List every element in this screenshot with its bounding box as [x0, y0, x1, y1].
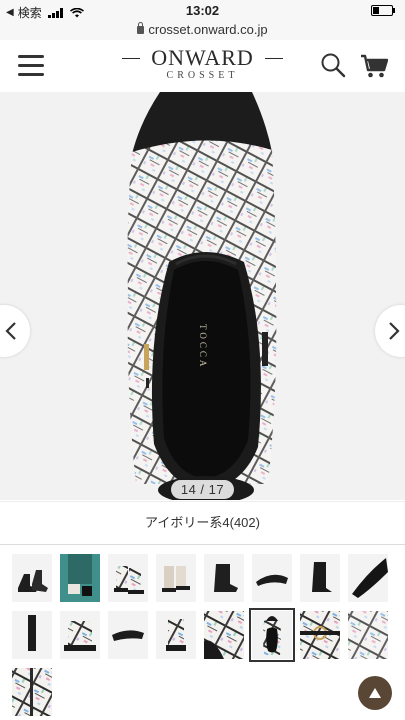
thumbnail-7[interactable] — [300, 554, 340, 602]
thumbnail-15[interactable] — [300, 611, 340, 659]
product-image-gallery[interactable]: TOCCA — [0, 92, 405, 500]
thumbnail-17[interactable] — [12, 668, 52, 716]
thumbnail-1[interactable] — [12, 554, 52, 602]
lining-brand-text: TOCCA — [198, 324, 208, 369]
status-bar: ◀ 検索 13:02 — [0, 0, 405, 22]
logo-sub-text: CROSSET — [166, 70, 239, 81]
hamburger-menu-icon[interactable] — [18, 54, 44, 76]
color-variant-label: アイボリー系4(402) — [0, 501, 405, 545]
thumbnail-6[interactable] — [252, 554, 292, 602]
image-counter-text: 14 / 17 — [170, 480, 235, 499]
thumbnail-11[interactable] — [108, 611, 148, 659]
image-counter: 14 / 17 — [0, 480, 405, 500]
product-image: TOCCA — [0, 92, 405, 500]
cart-icon[interactable] — [360, 53, 388, 79]
thumbnail-5[interactable] — [204, 554, 244, 602]
thumbnail-10[interactable] — [60, 611, 100, 659]
thumbnail-3[interactable] — [108, 554, 148, 602]
thumbnail-9[interactable] — [12, 611, 52, 659]
thumbnail-16[interactable] — [348, 611, 388, 659]
scroll-to-top-button[interactable] — [358, 676, 392, 710]
lock-icon — [137, 22, 145, 34]
thumbnail-14-selected[interactable] — [249, 608, 295, 662]
logo-main-text: ONWARD — [122, 46, 283, 70]
thumbnail-2[interactable] — [60, 554, 100, 602]
chevron-left-icon — [5, 322, 16, 340]
chevron-right-icon — [389, 322, 400, 340]
search-icon[interactable] — [320, 52, 346, 78]
triangle-up-icon — [369, 688, 381, 698]
battery-level — [373, 7, 379, 14]
clock: 13:02 — [185, 3, 220, 18]
thumbnail-8[interactable] — [348, 554, 388, 602]
thumbnail-4[interactable] — [156, 554, 196, 602]
battery-icon — [371, 5, 395, 16]
url-bar[interactable]: crosset.onward.co.jp — [0, 22, 405, 40]
thumbnail-13[interactable] — [204, 611, 244, 659]
url-domain[interactable]: crosset.onward.co.jp — [148, 22, 267, 37]
site-header: ONWARD CROSSET — [0, 40, 405, 93]
site-logo[interactable]: ONWARD CROSSET — [122, 46, 283, 82]
thumbnail-12[interactable] — [156, 611, 196, 659]
